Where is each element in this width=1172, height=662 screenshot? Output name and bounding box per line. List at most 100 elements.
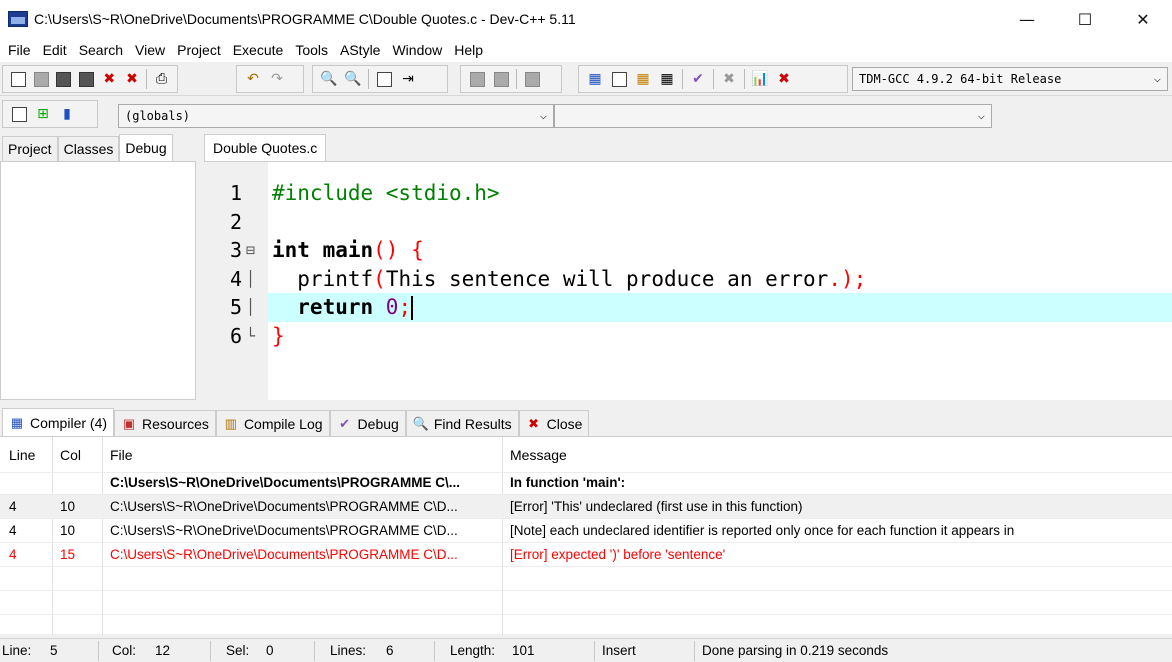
tab-debug-output[interactable]: ✔ Debug: [329, 410, 406, 436]
header-line[interactable]: Line: [9, 437, 51, 473]
toggle-bookmark-icon[interactable]: ⊞: [34, 105, 52, 123]
left-panel-tabs: Project Classes Debug: [0, 134, 198, 161]
tab-find-results[interactable]: 🔍 Find Results: [405, 410, 519, 436]
close-all-icon[interactable]: ✖: [124, 70, 141, 88]
print-icon[interactable]: ⎙: [153, 70, 170, 88]
profile-icon[interactable]: 📊: [751, 70, 769, 88]
close-window-button[interactable]: ✕: [1114, 0, 1172, 38]
compiler-select[interactable]: TDM-GCC 4.9.2 64-bit Release ⌵: [852, 67, 1168, 91]
minimize-button[interactable]: —: [998, 0, 1056, 38]
table-row[interactable]: 4 10 C:\Users\S~R\OneDrive\Documents\PRO…: [0, 495, 1172, 519]
status-separator: [210, 641, 211, 661]
menu-edit[interactable]: Edit: [37, 42, 73, 58]
editor-tab-double-quotes[interactable]: Double Quotes.c: [204, 134, 327, 161]
save-icon[interactable]: [55, 70, 72, 88]
symbol: (: [373, 267, 386, 291]
function-name: main: [309, 238, 374, 262]
code-text: }: [272, 322, 285, 351]
table-row[interactable]: 4 10 C:\Users\S~R\OneDrive\Documents\PRO…: [0, 519, 1172, 543]
status-separator: [594, 641, 595, 661]
goto-line-icon[interactable]: [375, 70, 393, 88]
menu-execute[interactable]: Execute: [227, 42, 290, 58]
status-col-value: 12: [155, 643, 171, 658]
goto-bookmark-icon[interactable]: ▮: [58, 105, 76, 123]
chevron-down-icon: ⌵: [1153, 71, 1161, 85]
new-file-icon[interactable]: [10, 70, 27, 88]
menu-search[interactable]: Search: [73, 42, 129, 58]
menu-file[interactable]: File: [2, 42, 37, 58]
window-controls: — ☐ ✕: [998, 0, 1172, 38]
menu-view[interactable]: View: [129, 42, 171, 58]
symbol: .);: [828, 267, 867, 291]
empty-table-row: [0, 567, 1172, 591]
status-lines-value: 6: [386, 643, 394, 658]
tab-debug[interactable]: Debug: [119, 134, 173, 161]
run-icon[interactable]: [610, 70, 628, 88]
project-toolbar-group: [460, 65, 562, 93]
code-editor[interactable]: 1 #include <stdio.h> 2 3 ⊟ int main() { …: [204, 161, 1172, 401]
status-length-value: 101: [512, 643, 535, 658]
code-line-5: 5 │ return 0;: [204, 293, 1172, 322]
table-row[interactable]: 4 15 C:\Users\S~R\OneDrive\Documents\PRO…: [0, 543, 1172, 567]
menu-project[interactable]: Project: [171, 42, 227, 58]
tab-project[interactable]: Project: [2, 136, 58, 161]
keyword: int: [272, 238, 310, 262]
add-to-project-icon[interactable]: [468, 70, 486, 88]
toolbar-separator: [146, 69, 148, 89]
indent-icon[interactable]: ⇥: [399, 70, 417, 88]
row-message: In function 'main':: [510, 475, 626, 490]
status-separator: [694, 641, 695, 661]
fold-collapse-icon[interactable]: ⊟: [246, 236, 255, 265]
rebuild-icon[interactable]: ▦: [658, 70, 676, 88]
stop-execution-icon[interactable]: ✖: [720, 70, 738, 88]
compiler-select-value: TDM-GCC 4.9.2 64-bit Release: [859, 72, 1062, 86]
code-text: printf(This sentence will produce an err…: [272, 265, 866, 294]
window-title: C:\Users\S~R\OneDrive\Documents\PROGRAMM…: [34, 11, 576, 27]
menu-astyle[interactable]: AStyle: [334, 42, 386, 58]
open-file-icon[interactable]: [33, 70, 50, 88]
menu-tools[interactable]: Tools: [289, 42, 334, 58]
header-file[interactable]: File: [110, 437, 502, 473]
header-col[interactable]: Col: [60, 437, 100, 473]
menu-help[interactable]: Help: [448, 42, 489, 58]
delete-profile-icon[interactable]: ✖: [775, 70, 793, 88]
tab-resources[interactable]: ▣ Resources: [114, 410, 216, 436]
scope-select-value: (globals): [125, 109, 191, 123]
syntax-check-icon[interactable]: ✔: [689, 70, 707, 88]
close-file-icon[interactable]: ✖: [101, 70, 118, 88]
replace-icon[interactable]: 🔍: [344, 70, 362, 88]
table-row[interactable]: C:\Users\S~R\OneDrive\Documents\PROGRAMM…: [0, 471, 1172, 495]
insert-icon[interactable]: [10, 105, 28, 123]
code-text: #include <stdio.h>: [272, 179, 500, 208]
symbol: }: [272, 324, 285, 348]
scope-select[interactable]: (globals) ⌵: [118, 104, 554, 128]
function-select[interactable]: ⌵: [554, 104, 992, 128]
tab-label: Find Results: [433, 415, 512, 432]
left-panel: Project Classes Debug: [0, 134, 198, 400]
undo-icon[interactable]: ↶: [244, 70, 262, 88]
find-icon[interactable]: 🔍: [320, 70, 338, 88]
save-all-icon[interactable]: [78, 70, 95, 88]
line-number: 6: [229, 324, 242, 348]
compile-icon[interactable]: ▦: [586, 70, 604, 88]
check-icon: ✔: [339, 415, 350, 431]
class-toolbar-group: ⊞ ▮: [2, 100, 98, 128]
remove-from-project-icon[interactable]: [492, 70, 510, 88]
compile-run-icon[interactable]: ▦: [634, 70, 652, 88]
tab-compiler[interactable]: ▦ Compiler (4): [2, 408, 115, 436]
status-lines-label: Lines:: [330, 643, 367, 658]
status-separator: [434, 641, 435, 661]
chevron-down-icon: ⌵: [977, 108, 985, 122]
maximize-button[interactable]: ☐: [1056, 0, 1114, 38]
redo-icon[interactable]: ↷: [268, 70, 286, 88]
status-sel-label: Sel:: [226, 643, 250, 658]
menu-window[interactable]: Window: [386, 42, 448, 58]
code-text: return 0;: [272, 293, 414, 322]
tab-compile-log[interactable]: ▥ Compile Log: [215, 410, 330, 436]
tab-close[interactable]: ✖ Close: [518, 410, 590, 436]
tab-classes[interactable]: Classes: [57, 136, 120, 161]
row-file: C:\Users\S~R\OneDrive\Documents\PROGRAMM…: [110, 523, 458, 538]
header-message[interactable]: Message: [510, 437, 1170, 473]
project-options-icon[interactable]: [523, 70, 541, 88]
status-separator: [314, 641, 315, 661]
